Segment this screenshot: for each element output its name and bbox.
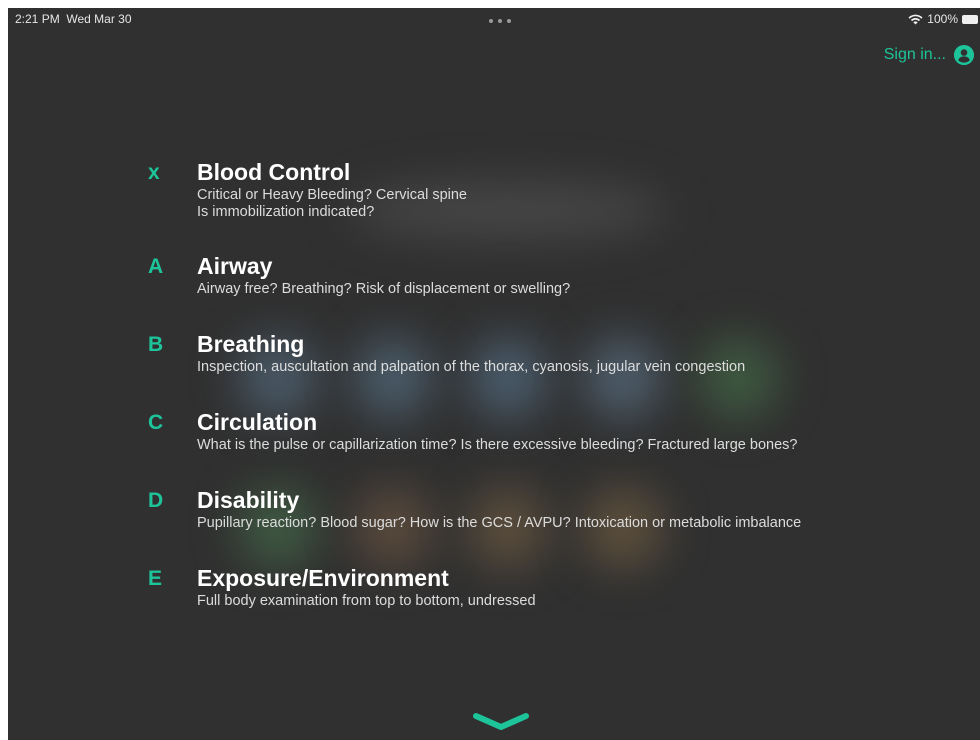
multitasking-dots-icon[interactable] bbox=[489, 19, 511, 23]
item-title: Breathing bbox=[197, 331, 305, 357]
item-description-line: What is the pulse or capillarization tim… bbox=[197, 437, 798, 453]
item-letter: B bbox=[148, 333, 164, 356]
status-right: 100% bbox=[908, 12, 978, 26]
item-description-line: Inspection, auscultation and palpation o… bbox=[197, 359, 746, 375]
status-date: Wed Mar 30 bbox=[66, 12, 132, 26]
item-title: Circulation bbox=[197, 409, 318, 435]
sign-in-button[interactable]: Sign in... bbox=[884, 45, 974, 65]
item-description: Critical or Heavy Bleeding? Cervical spi… bbox=[197, 187, 467, 221]
item-description-line: Is immobilization indicated? bbox=[197, 204, 375, 220]
item-letter: C bbox=[148, 411, 164, 434]
sign-in-label: Sign in... bbox=[883, 46, 946, 63]
background-blur bbox=[468, 338, 548, 418]
item-title: Airway bbox=[197, 253, 273, 279]
item-description-line: Critical or Heavy Bleeding? Cervical spi… bbox=[197, 187, 467, 203]
item-title: Disability bbox=[197, 487, 300, 513]
background-blur bbox=[698, 338, 778, 418]
battery-percent: 100% bbox=[927, 12, 958, 26]
item-description: Inspection, auscultation and palpation o… bbox=[197, 359, 745, 376]
status-time-date: 2:21 PM Wed Mar 30 bbox=[15, 12, 132, 26]
item-title: Exposure/Environment bbox=[197, 565, 449, 591]
chevron-down-icon[interactable] bbox=[471, 711, 531, 733]
background-blur bbox=[353, 338, 433, 418]
item-letter: D bbox=[148, 489, 164, 512]
item-letter: x bbox=[148, 161, 160, 184]
status-time: 2:21 PM bbox=[15, 12, 60, 26]
item-title: Blood Control bbox=[197, 159, 351, 185]
item-description: What is the pulse or capillarization tim… bbox=[197, 437, 797, 454]
item-letter: A bbox=[148, 255, 164, 278]
app-screen: 2:21 PM Wed Mar 30 100% Sign in... x Blo… bbox=[8, 8, 980, 740]
status-bar: 2:21 PM Wed Mar 30 100% bbox=[8, 8, 980, 32]
item-description: Full body examination from top to bottom… bbox=[197, 593, 536, 610]
item-letter: E bbox=[148, 567, 163, 590]
item-description-line: Full body examination from top to bottom… bbox=[197, 593, 536, 609]
item-description-line: Pupillary reaction? Blood sugar? How is … bbox=[197, 515, 802, 531]
item-description-line: Airway free? Breathing? Risk of displace… bbox=[197, 281, 571, 297]
battery-icon bbox=[962, 14, 978, 24]
item-description: Airway free? Breathing? Risk of displace… bbox=[197, 281, 570, 298]
item-description: Pupillary reaction? Blood sugar? How is … bbox=[197, 515, 801, 532]
background-blur bbox=[583, 338, 663, 418]
user-avatar-icon bbox=[954, 45, 974, 65]
wifi-icon bbox=[908, 14, 923, 24]
